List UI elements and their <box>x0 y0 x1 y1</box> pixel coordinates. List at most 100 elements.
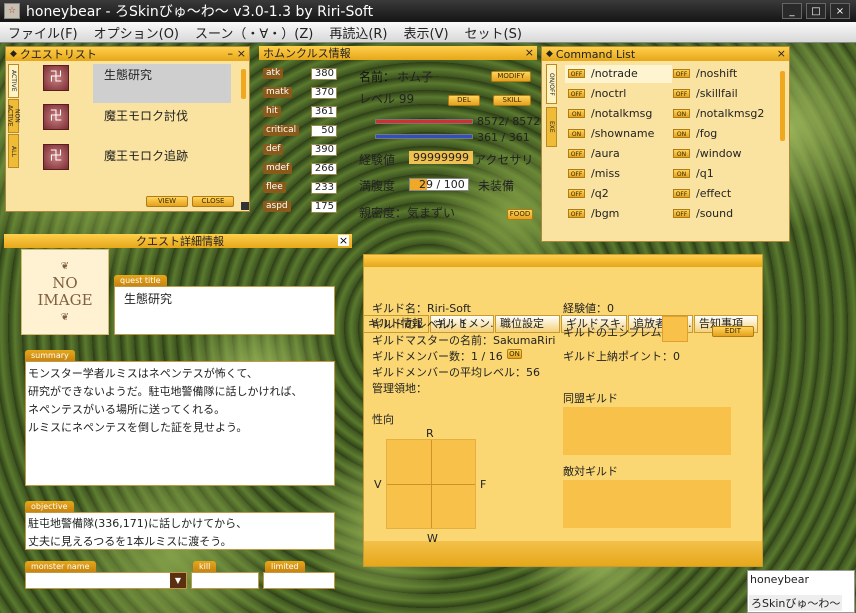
toggle-badge[interactable]: OFF <box>568 209 585 218</box>
edit-button[interactable]: EDIT <box>712 326 754 337</box>
command-item[interactable]: OFF/bgm <box>568 207 619 220</box>
quest-list-scrollbar[interactable] <box>241 69 246 99</box>
diamond-icon: ◆ <box>10 49 17 59</box>
toggle-badge[interactable]: OFF <box>568 169 585 178</box>
toggle-badge[interactable]: OFF <box>568 189 585 198</box>
stat-label: hit <box>263 106 281 117</box>
command-item[interactable]: OFF/sound <box>673 207 733 220</box>
command-item[interactable]: OFF/noshift <box>673 67 737 80</box>
command-list-scrollbar[interactable] <box>780 71 785 141</box>
tab-active[interactable]: ACTIVE <box>8 64 19 98</box>
character-name: honeybear <box>750 573 809 586</box>
command-item[interactable]: OFF/effect <box>673 187 731 200</box>
menu-zoom[interactable]: スーン（・∀・）(Z) <box>187 23 321 42</box>
toggle-badge[interactable]: ON <box>673 149 690 158</box>
command-item[interactable]: OFF/q2 <box>568 187 609 200</box>
toggle-badge[interactable]: ON <box>568 109 585 118</box>
command-name: /notalkmsg2 <box>696 107 765 120</box>
homun-stat-hit: hit 361 <box>263 105 337 118</box>
minimize-icon[interactable]: – <box>228 47 234 61</box>
homunculus-titlebar[interactable]: ホムンクルス情報 × <box>259 46 537 60</box>
command-item[interactable]: ON/window <box>673 147 741 160</box>
close-icon[interactable]: × <box>338 235 349 246</box>
homun-name: ホム子 <box>397 70 434 84</box>
dropdown-arrow-icon[interactable]: ▼ <box>170 573 186 588</box>
skill-button[interactable]: SKILL <box>493 95 531 106</box>
maximize-button[interactable]: □ <box>806 3 826 19</box>
command-name: /skillfail <box>696 87 738 100</box>
command-item[interactable]: OFF/skillfail <box>673 87 738 100</box>
toggle-badge[interactable]: OFF <box>673 209 690 218</box>
command-list-titlebar[interactable]: ◆ Command List × <box>542 47 789 61</box>
menu-file[interactable]: ファイル(F) <box>0 23 86 42</box>
resize-handle[interactable] <box>241 202 249 210</box>
quest-item-1[interactable]: 生態研究 <box>104 66 152 83</box>
command-item[interactable]: OFF/noctrl <box>568 87 626 100</box>
command-item[interactable]: ON/q1 <box>673 167 714 180</box>
command-item[interactable]: OFF/aura <box>568 147 620 160</box>
window-title: honeybear - ろSkinびゅ～わ～ v3.0-1.3 by Riri-… <box>26 4 374 20</box>
view-button[interactable]: VIEW <box>146 196 188 207</box>
quest-detail-window: クエスト詳細情報 × ❦ NO IMAGE ❦ quest title 生態研究… <box>4 234 352 591</box>
quest-icon: 卍 <box>43 144 69 170</box>
toggle-badge[interactable]: OFF <box>568 89 585 98</box>
menu-reload[interactable]: 再読込(R) <box>321 23 395 42</box>
homun-stat-aspd: aspd 175 <box>263 200 337 213</box>
toggle-badge[interactable]: ON <box>673 109 690 118</box>
guild-members: ギルドメンバー数：1 / 16 <box>372 350 503 363</box>
ornament-icon: ❦ <box>60 261 70 272</box>
tab-all[interactable]: ALL <box>8 134 19 168</box>
close-icon[interactable]: × <box>237 47 246 61</box>
command-item[interactable]: ON/notalkmsg2 <box>673 107 764 120</box>
close-icon[interactable]: × <box>777 47 786 61</box>
close-icon[interactable]: × <box>525 46 534 60</box>
toggle-badge[interactable]: ON <box>568 129 585 138</box>
del-button[interactable]: DEL <box>448 95 480 106</box>
toggle-badge[interactable]: OFF <box>673 189 690 198</box>
food-button[interactable]: FOOD <box>507 209 533 220</box>
tendency-label: 性向 <box>372 413 394 426</box>
tab-exe[interactable]: EXE <box>546 107 557 147</box>
accessory-label: アクセサリ <box>474 153 534 167</box>
guild-exp: 経験値：0 <box>563 302 614 315</box>
toggle-badge[interactable]: OFF <box>673 69 690 78</box>
menu-view[interactable]: 表示(V) <box>396 23 457 42</box>
menu-set[interactable]: セット(S) <box>457 23 530 42</box>
quest-item-2[interactable]: 魔王モロク討伐 <box>104 107 188 124</box>
toggle-badge[interactable]: OFF <box>568 149 585 158</box>
modify-button[interactable]: MODIFY <box>491 71 531 82</box>
close-window-button[interactable]: × <box>830 3 850 19</box>
toggle-badge[interactable]: OFF <box>673 89 690 98</box>
command-item[interactable]: ON/showname <box>568 127 654 140</box>
guild-emblem-box <box>662 316 688 342</box>
command-item[interactable]: ON/notalkmsg <box>568 107 652 120</box>
command-item[interactable]: ON/fog <box>673 127 717 140</box>
stat-value: 233 <box>311 181 337 194</box>
toggle-badge[interactable]: ON <box>673 169 690 178</box>
stat-value: 175 <box>311 200 337 213</box>
homun-stat-mdef: mdef 266 <box>263 162 337 175</box>
close-button[interactable]: CLOSE <box>192 196 234 207</box>
minimize-button[interactable]: _ <box>782 3 802 19</box>
summary-line: 研究ができないようだ。駐屯地警備隊に話しかければ、 <box>28 385 303 398</box>
quest-detail-title: クエスト詳細情報 <box>136 235 224 248</box>
monster-name-select[interactable] <box>25 572 187 589</box>
summary-tag: summary <box>25 350 75 361</box>
quest-item-3[interactable]: 魔王モロク追跡 <box>104 147 188 164</box>
equip-label: 未装備 <box>478 179 515 193</box>
homun-stat-matk: matk 370 <box>263 86 337 99</box>
toggle-badge[interactable]: OFF <box>568 69 585 78</box>
guild-tab-3[interactable]: 職位設定 <box>495 315 560 333</box>
menu-options[interactable]: オプション(O) <box>86 23 187 42</box>
monster-name-tag: monster name <box>25 561 96 572</box>
tab-non-active[interactable]: NON ACTIVE <box>7 99 21 133</box>
quest-detail-titlebar[interactable]: クエスト詳細情報 × <box>4 234 352 248</box>
command-item[interactable]: OFF/notrade <box>568 67 638 80</box>
quest-list-titlebar[interactable]: ◆ クエストリスト – × <box>6 47 249 61</box>
guild-titlebar[interactable] <box>364 255 762 267</box>
tab-on-off[interactable]: ON/OFF <box>546 64 557 104</box>
skin-label: ろSkinびゅ～わ～ <box>749 595 843 611</box>
command-item[interactable]: OFF/miss <box>568 167 620 180</box>
members-toggle-button[interactable]: ON <box>507 349 522 359</box>
toggle-badge[interactable]: ON <box>673 129 690 138</box>
